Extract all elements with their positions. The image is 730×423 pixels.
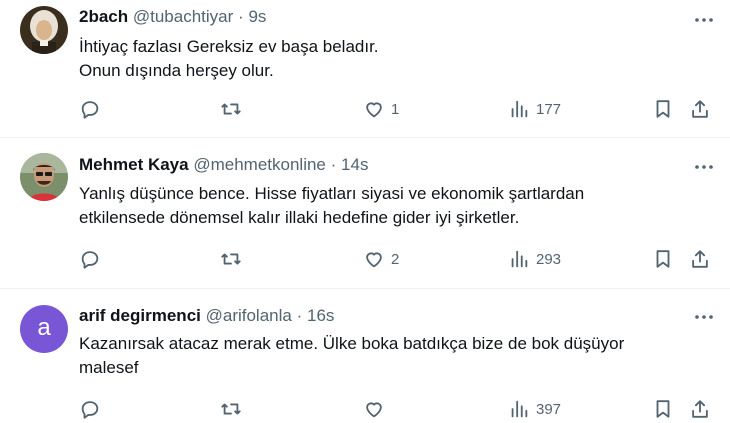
tweet-text-line: Yanlış düşünce bence. Hisse fiyatları si…: [79, 184, 585, 203]
reply-button[interactable]: [79, 245, 101, 273]
tweet-text-line: İhtiyaç fazlası Gereksiz ev başa beladır…: [79, 37, 379, 56]
retweet-icon: [221, 103, 241, 115]
user-handle[interactable]: @mehmetkonline: [193, 155, 326, 174]
analytics-icon: [511, 400, 528, 418]
share-icon: [692, 100, 708, 118]
retweet-button[interactable]: [220, 395, 242, 423]
more-icon: [695, 315, 713, 319]
share-icon: [692, 250, 708, 268]
display-name[interactable]: Mehmet Kaya: [79, 155, 189, 174]
tweet-header: arif degirmenci @arifolanla · 16s: [79, 306, 334, 326]
tweet-header: Mehmet Kaya @mehmetkonline · 14s: [79, 155, 368, 175]
separator-dot: ·: [238, 7, 244, 26]
tweet-header: 2bach @tubachtiyar · 9s: [79, 7, 266, 27]
separator-dot: ·: [296, 306, 303, 325]
bookmark-icon: [656, 250, 670, 268]
avatar[interactable]: [20, 6, 68, 54]
action-bar: 1 177: [74, 95, 724, 123]
like-button[interactable]: 2: [363, 245, 399, 273]
bookmark-button[interactable]: [652, 245, 674, 273]
tweet-text: Yanlış düşünce bence. Hisse fiyatları si…: [79, 182, 699, 230]
tweet-2[interactable]: Mehmet Kaya @mehmetkonline · 14s Yanlış …: [0, 138, 730, 288]
avatar[interactable]: a: [20, 305, 68, 353]
heart-icon: [366, 102, 382, 118]
views-button[interactable]: 293: [508, 245, 561, 273]
heart-icon: [366, 252, 382, 268]
view-count: 177: [536, 100, 562, 118]
bookmark-button[interactable]: [652, 95, 674, 123]
reply-icon: [81, 401, 99, 419]
retweet-button[interactable]: [220, 245, 242, 273]
action-bar: 2 293: [74, 245, 724, 273]
bookmark-icon: [656, 400, 670, 418]
tweet-text-line: Kazanırsak atacaz merak etme. Ülke boka …: [79, 334, 625, 353]
analytics-icon: [511, 250, 528, 268]
like-count: 2: [391, 250, 400, 268]
tweet-1[interactable]: 2bach @tubachtiyar · 9s İhtiyaç fazlası …: [0, 0, 730, 137]
like-count: 1: [391, 100, 400, 118]
user-handle[interactable]: @tubachtiyar: [133, 7, 233, 26]
retweet-button[interactable]: [220, 95, 242, 123]
reply-button[interactable]: [79, 395, 101, 423]
view-count: 293: [536, 250, 562, 268]
retweet-icon: [221, 253, 241, 265]
tweet-3[interactable]: a arif degirmenci @arifolanla · 16s Kaza…: [0, 289, 730, 420]
reply-icon: [81, 101, 99, 119]
display-name[interactable]: arif degirmenci: [79, 306, 201, 325]
view-count: 397: [536, 400, 562, 418]
views-button[interactable]: 177: [508, 95, 561, 123]
reply-icon: [81, 251, 99, 269]
heart-icon: [366, 402, 382, 418]
more-options-button[interactable]: [692, 155, 716, 179]
timestamp[interactable]: 16s: [307, 306, 334, 325]
timestamp[interactable]: 9s: [248, 7, 266, 26]
share-button[interactable]: [689, 245, 711, 273]
like-button[interactable]: [363, 395, 391, 423]
more-options-button[interactable]: [692, 305, 716, 329]
bookmark-button[interactable]: [652, 395, 674, 423]
timestamp[interactable]: 14s: [341, 155, 368, 174]
more-icon: [695, 18, 713, 22]
tweet-text-line: Onun dışında herşey olur.: [79, 61, 274, 80]
tweet-text-line: malesef: [79, 358, 139, 377]
user-handle[interactable]: @arifolanla: [206, 306, 292, 325]
reply-button[interactable]: [79, 95, 101, 123]
avatar-letter: a: [37, 314, 51, 341]
bookmark-icon: [656, 100, 670, 118]
avatar[interactable]: [20, 153, 68, 201]
analytics-icon: [511, 100, 528, 118]
display-name[interactable]: 2bach: [79, 7, 128, 26]
share-icon: [692, 400, 708, 418]
views-button[interactable]: 397: [508, 395, 561, 423]
like-button[interactable]: 1: [363, 95, 399, 123]
tweet-text: İhtiyaç fazlası Gereksiz ev başa beladır…: [79, 35, 699, 83]
share-button[interactable]: [689, 395, 711, 423]
retweet-icon: [221, 403, 241, 415]
tweet-text-line: etkilensede dönemsel kalır illaki hedefi…: [79, 208, 520, 227]
more-options-button[interactable]: [692, 8, 716, 32]
share-button[interactable]: [689, 95, 711, 123]
tweet-text: Kazanırsak atacaz merak etme. Ülke boka …: [79, 332, 699, 380]
action-bar: 397: [74, 395, 724, 423]
separator-dot: ·: [330, 155, 337, 174]
more-icon: [695, 165, 713, 169]
